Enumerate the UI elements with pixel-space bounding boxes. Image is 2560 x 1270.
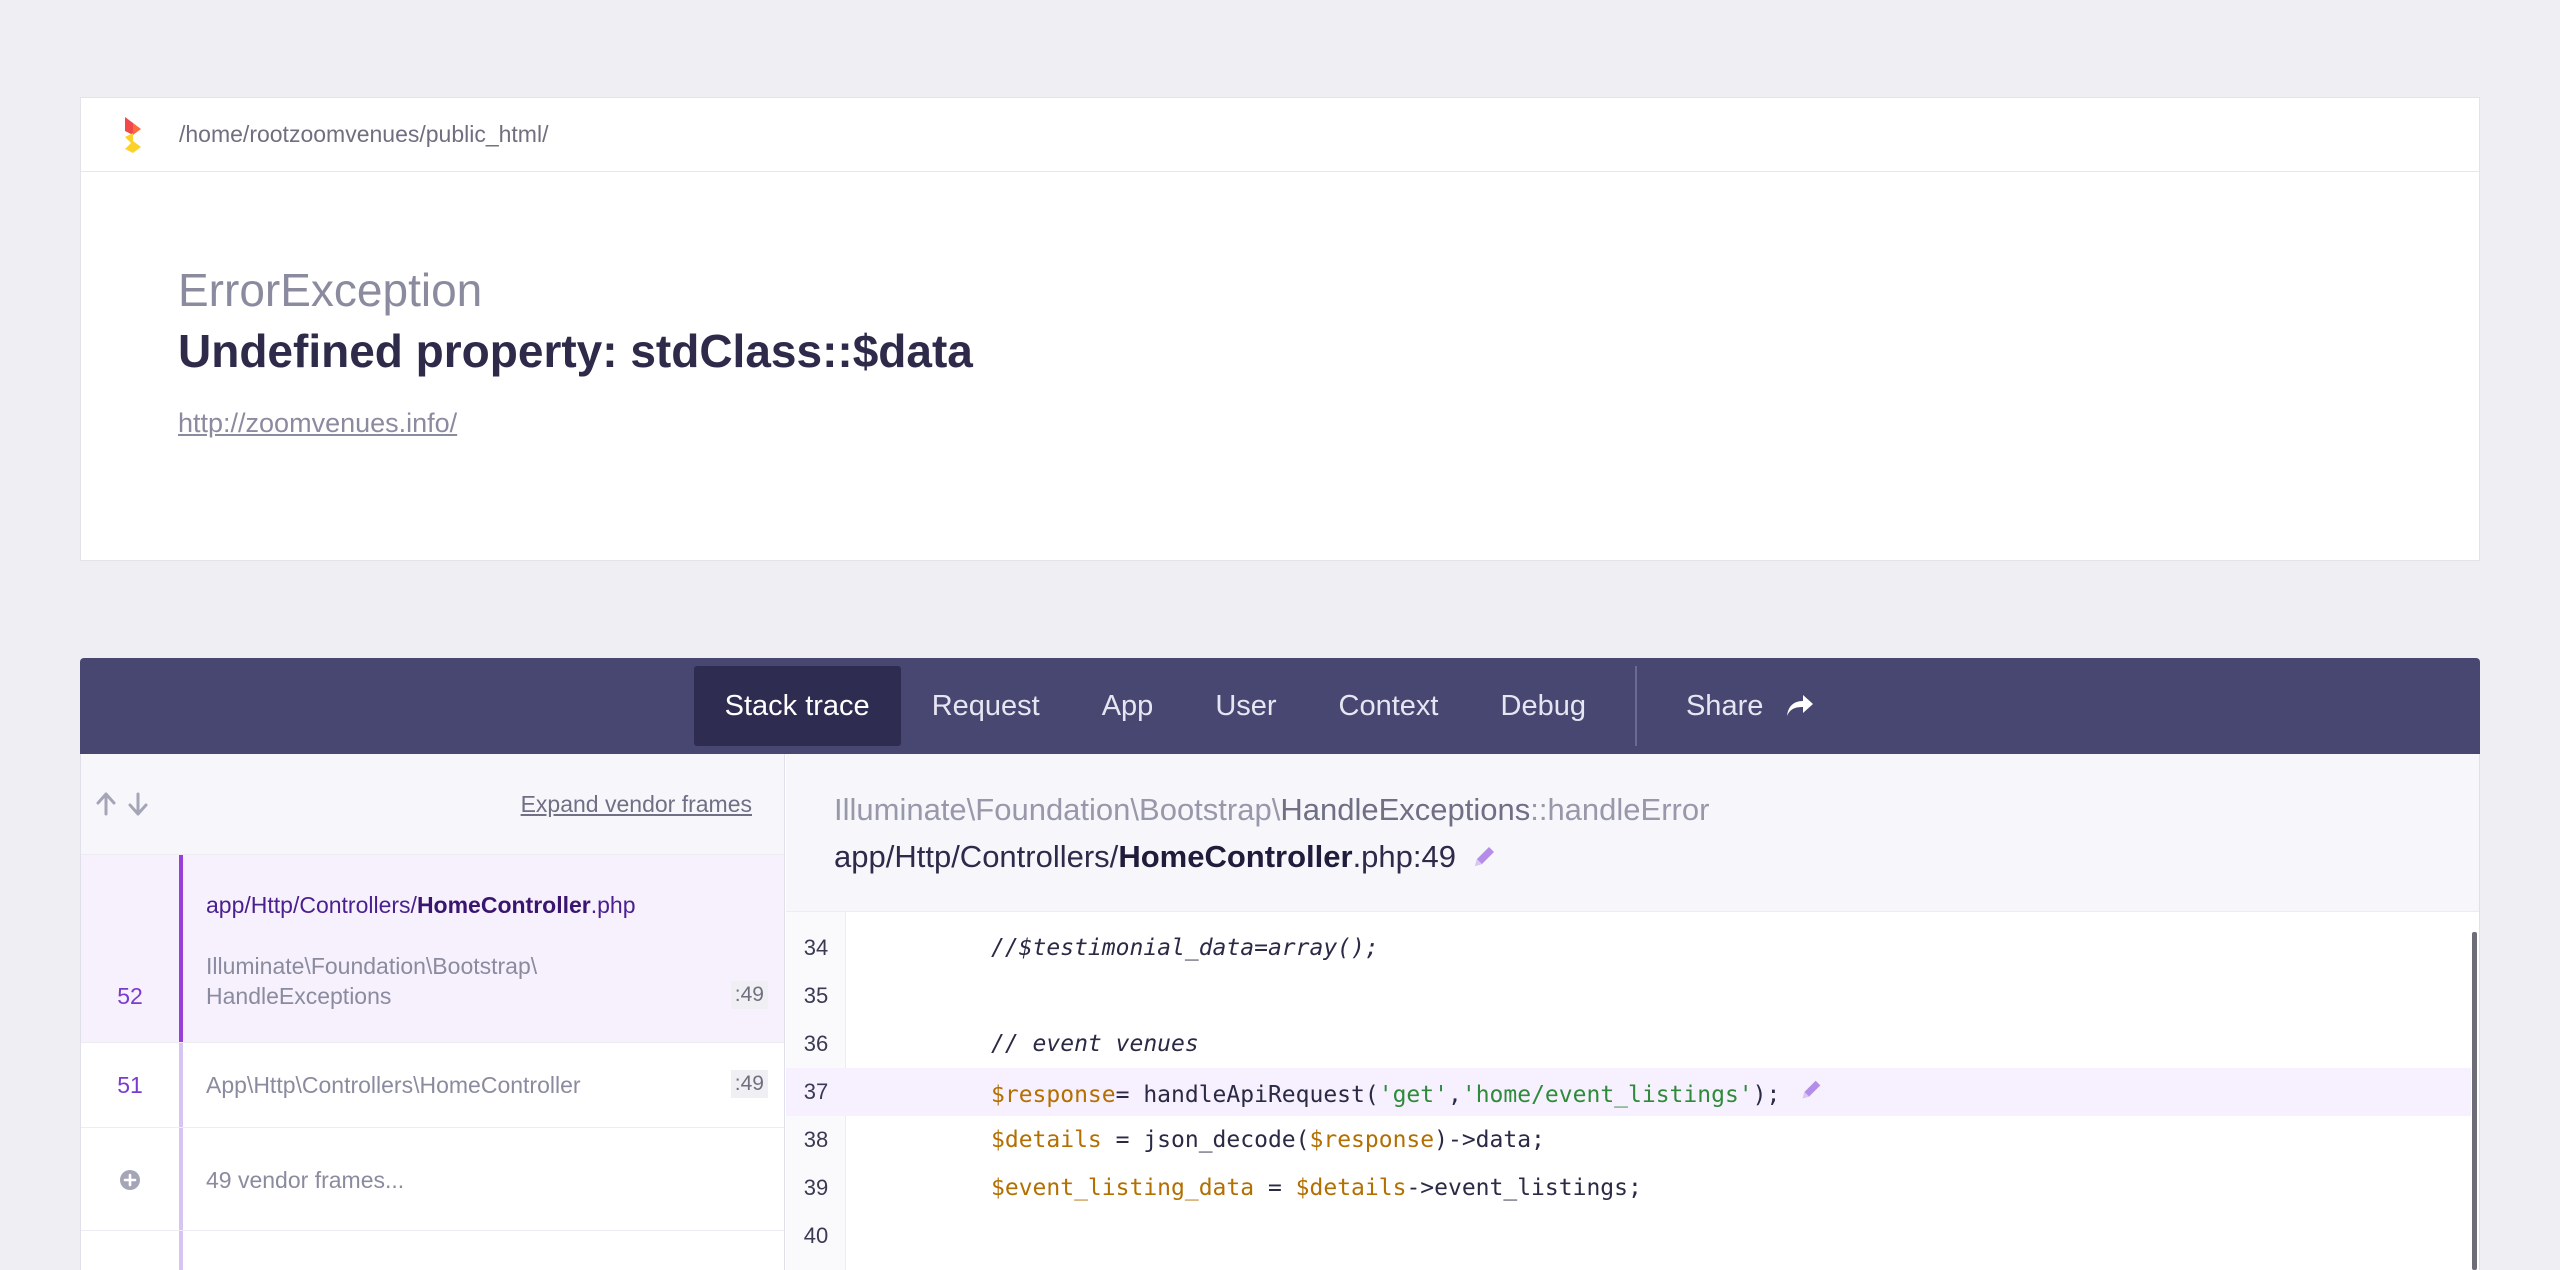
stack-trace-panel: Expand vendor frames app/Http/Controller… [80,754,2480,1270]
code-viewer: Illuminate\Foundation\Bootstrap\HandleEx… [786,754,2479,1270]
code-line[interactable]: 40 [786,1212,2471,1260]
line-source: // event venues [991,1031,1199,1057]
frame-file: app/Http/Controllers/HomeController.php [206,892,636,918]
frame-class: App\Http\Controllers\HomeController [206,1072,581,1098]
frame-details: Illuminate\Foundation\Bootstrap\HandleEx… [786,754,2479,912]
code-line[interactable]: 38 $details = json_decode($response)->da… [786,1116,2471,1164]
tab-request[interactable]: Request [901,666,1071,746]
frame-indicator [179,1128,183,1230]
share-label: Share [1685,689,1764,722]
nav-divider [1634,666,1637,746]
line-number: 38 [803,1127,829,1152]
ignition-logo-icon [125,116,141,153]
tab-bar: Stack trace Request App User Context Deb… [80,658,2480,754]
error-header-card: /home/rootzoomvenues/public_html/ ErrorE… [80,97,2480,561]
frame-class: Illuminate\Foundation\Bootstrap\ HandleE… [206,953,538,1009]
card-top-bar: /home/rootzoomvenues/public_html/ [81,98,2479,172]
line-source: //$testimonial_data=array(); [991,935,1379,961]
frame-number: 51 [117,1072,143,1098]
handler-signature: Illuminate\Foundation\Bootstrap\HandleEx… [834,792,1710,827]
project-path: /home/rootzoomvenues/public_html/ [179,121,549,147]
expand-vendor-frames-button[interactable]: Expand vendor frames [521,791,752,818]
code-line-highlighted[interactable]: 37 $response= handleApiRequest('get','ho… [786,1068,2471,1116]
frames-list: Expand vendor frames app/Http/Controller… [81,754,785,1270]
line-number: 37 [803,1079,829,1104]
stack-frame[interactable]: 51 App\Http\Controllers\HomeController :… [81,1043,784,1128]
tab-app[interactable]: App [1071,666,1185,746]
code-line[interactable]: 36 // event venues [786,1020,2471,1068]
code-line[interactable]: 35 [786,972,2471,1020]
code-snippet: 34 //$testimonial_data=array(); 35 36 //… [786,912,2479,1270]
code-scrollbar[interactable] [2472,932,2477,1270]
share-arrow-icon [1787,695,1814,716]
vendor-frames-label: 49 vendor frames... [206,1167,405,1193]
exception-message: Undefined property: stdClass::$data [178,325,973,377]
stack-frame[interactable] [81,1231,784,1270]
exception-class: ErrorException [178,264,483,316]
tab-debug[interactable]: Debug [1470,666,1617,746]
frame-indicator [179,1043,183,1127]
pencil-edit-icon[interactable] [1798,1077,1824,1103]
line-source: $response= handleApiRequest('get','home/… [991,1076,1824,1108]
frames-header: Expand vendor frames [81,754,784,855]
tab-user[interactable]: User [1184,666,1307,746]
frame-indicator [179,855,183,1042]
file-location: app/Http/Controllers/HomeController .php:… [834,837,2479,877]
code-line[interactable]: 39 $event_listing_data = $details->event… [786,1164,2471,1212]
line-number: 34 [803,935,829,960]
vendor-frames-toggle[interactable]: 49 vendor frames... [81,1128,784,1231]
line-number: 39 [803,1175,829,1200]
request-url-link[interactable]: http://zoomvenues.info/ [178,408,457,439]
tab-stack-trace[interactable]: Stack trace [693,666,901,746]
frame-line: :49 [730,1070,768,1098]
plus-circle-icon [120,1170,140,1190]
frame-number: 52 [117,983,143,1009]
arrow-up-icon[interactable] [95,791,117,817]
line-source: $details = json_decode($response)->data; [991,1127,1545,1153]
frame-line: :49 [730,981,768,1009]
arrow-down-icon[interactable] [127,791,149,817]
share-button[interactable]: Share [1655,666,1846,746]
line-number: 35 [803,983,829,1008]
stack-frame[interactable]: app/Http/Controllers/HomeController.php … [81,855,784,1043]
tab-context[interactable]: Context [1308,666,1470,746]
line-number: 40 [803,1223,829,1248]
line-source: $event_listing_data = $details->event_li… [991,1175,1642,1201]
line-number: 36 [803,1031,829,1056]
code-line[interactable]: 34 //$testimonial_data=array(); [786,924,2471,972]
frame-indicator [179,1231,183,1270]
pencil-edit-icon[interactable] [1470,843,1498,871]
